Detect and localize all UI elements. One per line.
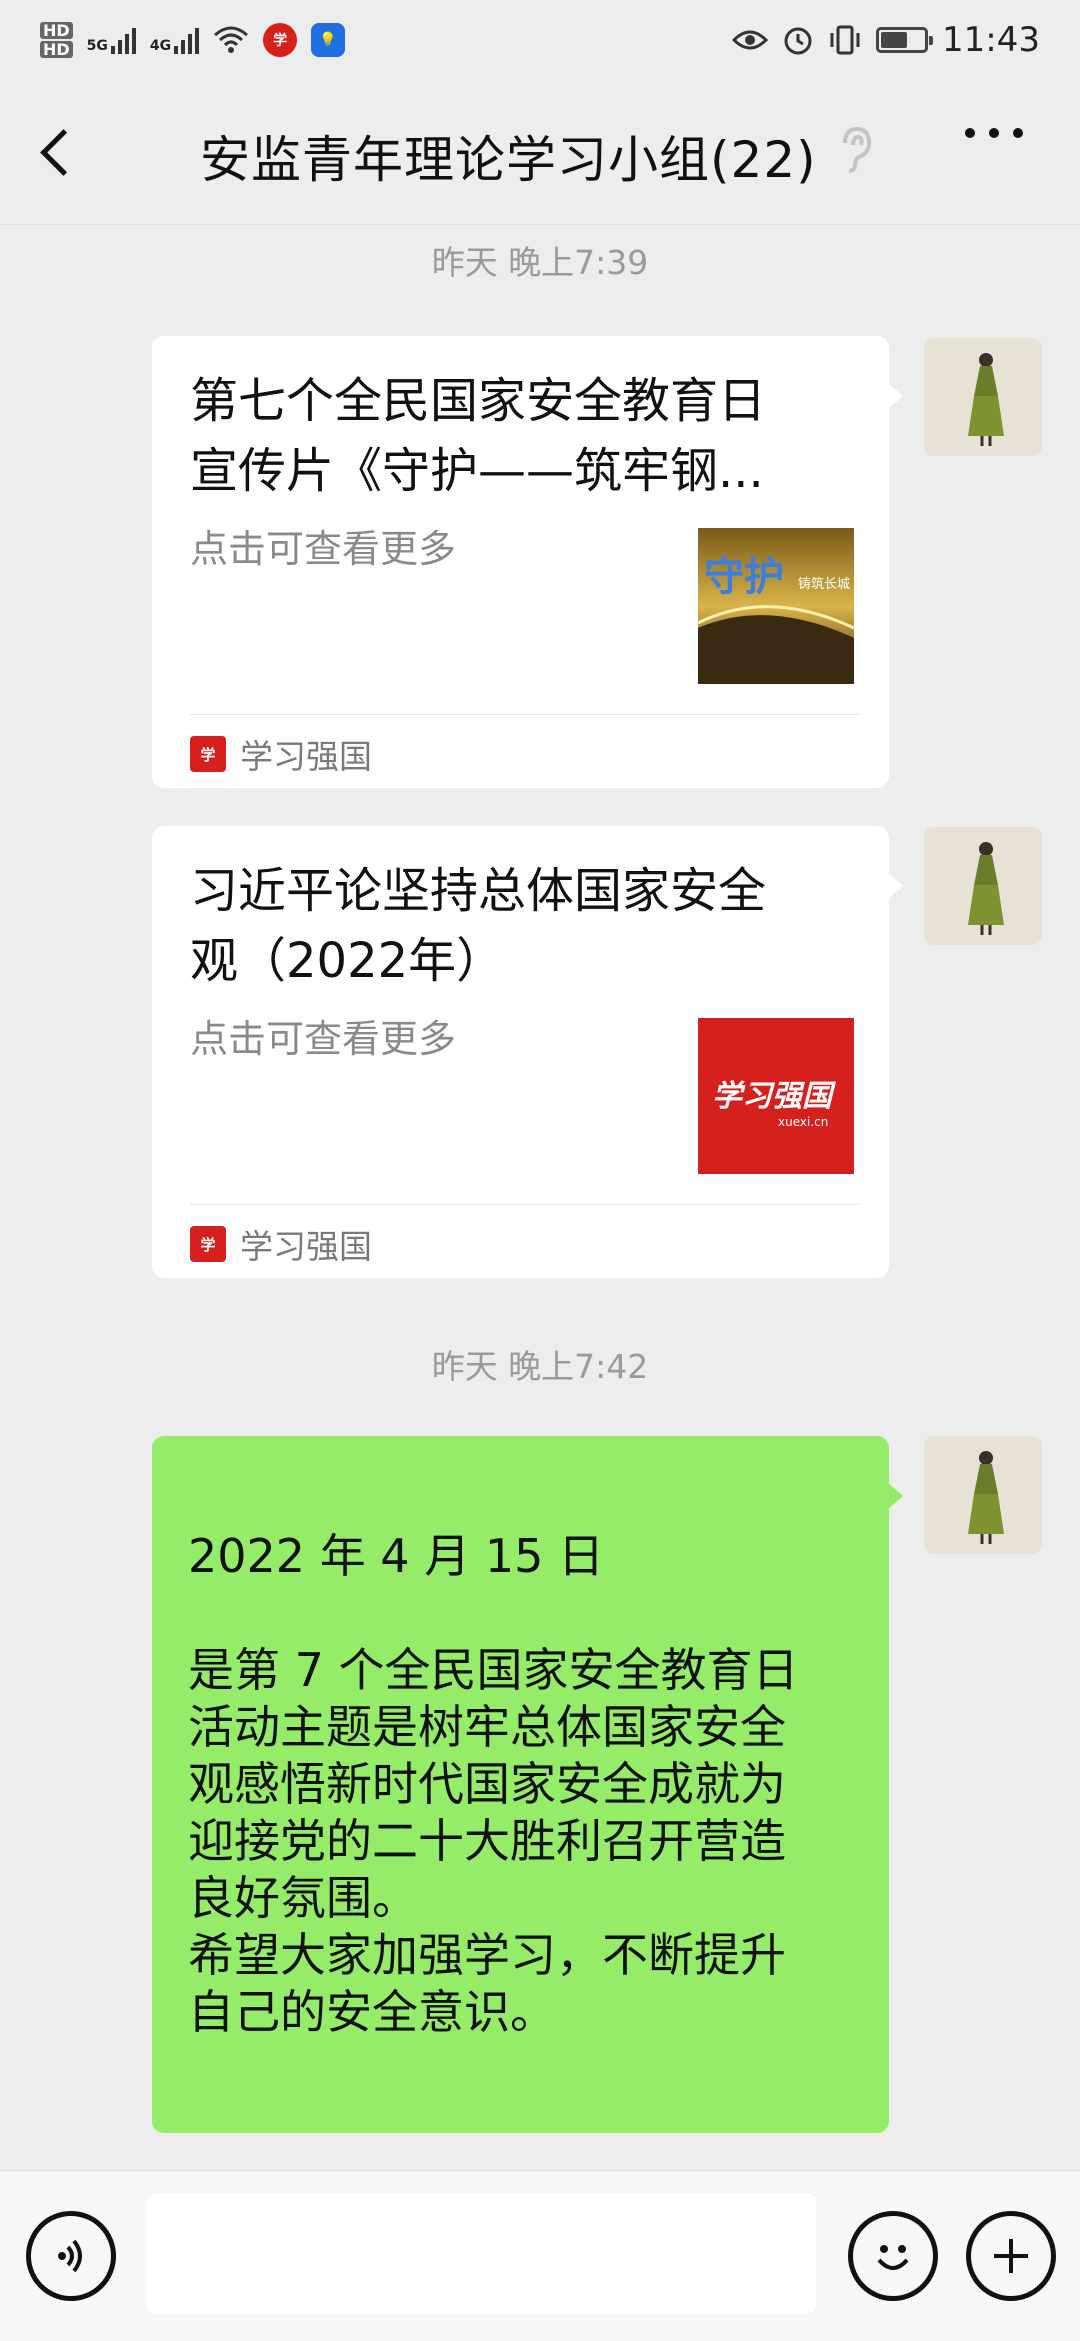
article-description: 点击可查看更多 <box>190 527 457 571</box>
xuexi-logo-icon: 学 <box>190 1226 226 1262</box>
thumbnail-subtitle: 铸筑长城 <box>798 576 850 592</box>
source-label: 学习强国 <box>240 737 372 776</box>
xuexi-notification-icon: 学 <box>263 23 298 57</box>
chat-title: 安监青年理论学习小组(22) <box>200 131 817 189</box>
card-divider <box>190 714 859 715</box>
clock-time: 11:43 <box>942 20 1040 60</box>
net2-label: 4G <box>149 38 172 54</box>
plus-icon <box>994 2239 1028 2273</box>
voice-icon <box>58 2239 82 2273</box>
emoji-icon <box>877 2245 909 2270</box>
hd-indicator: HD HD <box>40 22 73 58</box>
article-source: 学 学习强国 <box>190 730 372 778</box>
input-bar <box>0 2170 1080 2341</box>
dot-icon <box>1013 128 1023 138</box>
more-functions-button[interactable] <box>966 2211 1056 2301</box>
dot-icon <box>965 128 975 138</box>
hd1-label: HD <box>40 22 73 39</box>
battery-icon <box>876 27 934 53</box>
thumbnail-subtitle: xuexi.cn <box>778 1115 828 1129</box>
net1-label: 5G <box>86 38 108 54</box>
status-right: 11:43 <box>732 20 1040 60</box>
message-timestamp: 昨天 晚上7:42 <box>431 1347 649 1386</box>
signal-4g-icon: 4G <box>149 26 200 54</box>
article-source: 学 学习强国 <box>190 1220 372 1268</box>
message-text: 2022 年 4 月 15 日 是第 7 个全民国家安全教育日 活动主题是树牢总… <box>188 1529 799 2039</box>
avatar[interactable] <box>924 338 1042 456</box>
wifi-icon <box>214 26 249 53</box>
avatar[interactable] <box>924 827 1042 945</box>
signal-5g-icon: 5G <box>87 26 136 54</box>
alarm-icon <box>784 27 812 55</box>
article-card[interactable]: 第七个全民国家安全教育日宣传片《守护——筑牢钢... 点击可查看更多 守护 铸筑… <box>152 336 903 788</box>
emoji-button[interactable] <box>848 2211 938 2301</box>
chevron-left-icon <box>39 128 87 176</box>
article-title: 第七个全民国家安全教育日宣传片《守护——筑牢钢... <box>190 373 767 499</box>
dot-icon <box>989 128 999 138</box>
message-timestamp: 昨天 晚上7:39 <box>431 243 649 282</box>
article-title: 习近平论坚持总体国家安全观（2022年） <box>190 863 767 989</box>
back-button[interactable] <box>38 122 88 182</box>
card-divider <box>190 1204 859 1205</box>
status-left: HD HD 5G 4G 学 💡 <box>40 22 346 58</box>
text-message-bubble[interactable]: 2022 年 4 月 15 日 是第 7 个全民国家安全教育日 活动主题是树牢总… <box>152 1436 903 2133</box>
status-bar: HD HD 5G 4G 学 💡 11:43 <box>0 0 1080 80</box>
more-options-button[interactable] <box>965 128 1023 138</box>
hd2-label: HD <box>40 41 73 58</box>
message-input[interactable] <box>146 2194 816 2314</box>
source-label: 学习强国 <box>240 1227 372 1266</box>
thumbnail-title: 守护 <box>704 554 784 600</box>
article-description: 点击可查看更多 <box>190 1017 457 1061</box>
voice-button[interactable] <box>26 2211 116 2301</box>
chat-header: 安监青年理论学习小组(22) <box>0 80 1080 225</box>
avatar[interactable] <box>924 1436 1042 1554</box>
vibrate-icon <box>830 25 860 55</box>
article-thumbnail: 守护 铸筑长城 <box>698 528 854 684</box>
article-thumbnail: 学习强国 xuexi.cn <box>698 1018 854 1174</box>
eye-icon <box>732 30 769 50</box>
ear-icon <box>843 126 872 173</box>
article-card[interactable]: 习近平论坚持总体国家安全观（2022年） 点击可查看更多 学习强国 xuexi.… <box>152 826 903 1278</box>
thumbnail-title: 学习强国 <box>712 1079 837 1114</box>
xuexi-logo-icon: 学 <box>190 736 226 772</box>
bulb-notification-icon: 💡 <box>311 23 346 57</box>
